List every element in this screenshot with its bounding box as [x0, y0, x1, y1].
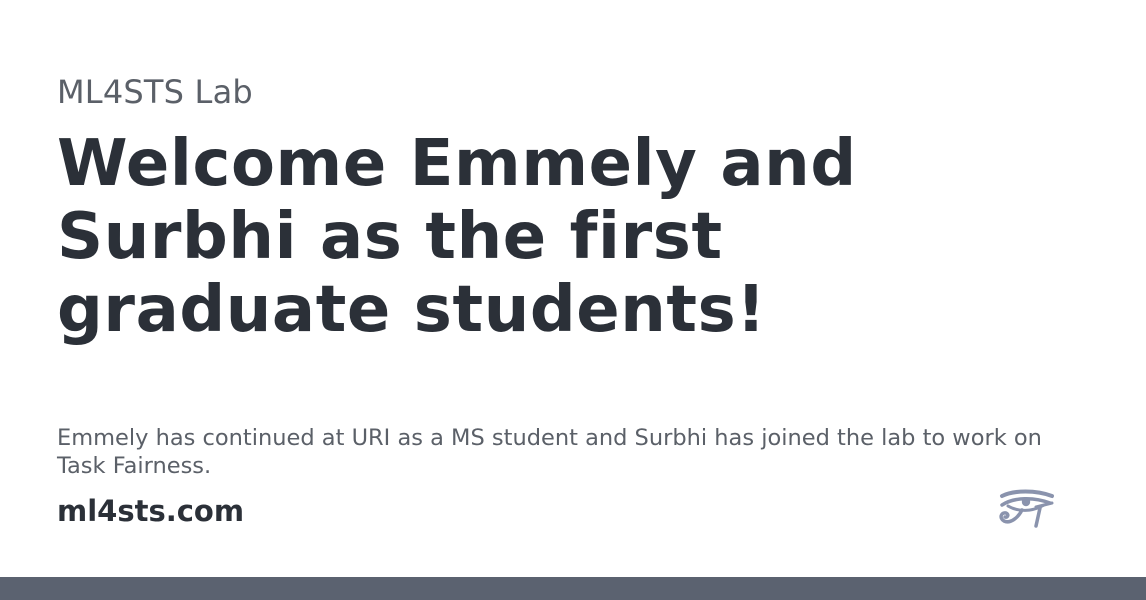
- page-title: Welcome Emmely and Surbhi as the first g…: [57, 127, 857, 347]
- post-description: Emmely has continued at URI as a MS stud…: [57, 425, 1042, 479]
- site-name: ML4STS Lab: [57, 73, 253, 111]
- site-url: ml4sts.com: [57, 494, 245, 528]
- social-preview-card: ML4STS Lab Welcome Emmely and Surbhi as …: [0, 0, 1146, 600]
- eye-of-horus-icon: [999, 489, 1054, 528]
- bottom-bar: [0, 577, 1146, 600]
